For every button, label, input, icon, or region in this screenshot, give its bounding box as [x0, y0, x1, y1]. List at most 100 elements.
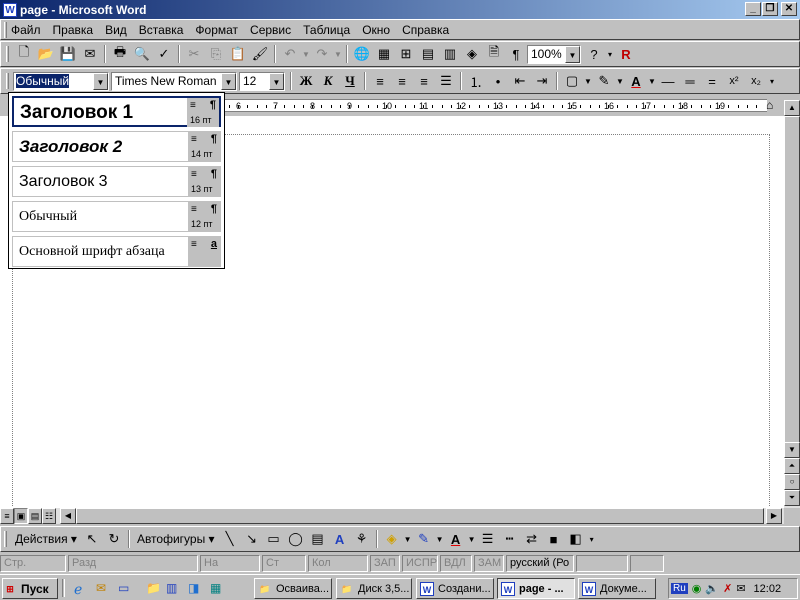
open-folder-icon[interactable]: 📂 — [35, 43, 57, 65]
toolbar-grip[interactable] — [6, 73, 9, 89]
web-layout-view-icon[interactable]: ▣ — [14, 508, 28, 524]
chevron-down-icon[interactable]: ▼ — [269, 72, 284, 90]
text-box-icon[interactable]: ▤ — [307, 528, 329, 550]
menu-help[interactable]: Справка — [402, 23, 449, 37]
highlight-icon[interactable]: ✎ — [593, 70, 615, 92]
word-icon[interactable]: W — [3, 2, 17, 17]
internet-explorer-icon[interactable]: ℯ — [74, 581, 82, 598]
copy-icon[interactable]: ⎘ — [205, 43, 227, 65]
print-icon[interactable]: 🖶 — [109, 43, 131, 65]
double-line-icon[interactable]: ═ — [679, 70, 701, 92]
paste-icon[interactable]: 📋 — [227, 43, 249, 65]
actions-menu[interactable]: Действия ▾ — [15, 532, 77, 546]
clip-art-icon[interactable]: ⚘ — [351, 528, 373, 550]
rectangle-icon[interactable]: ▭ — [263, 528, 285, 550]
office-icon[interactable]: ▥ — [166, 581, 177, 595]
style-select[interactable]: Обычный ▼ — [13, 71, 109, 91]
bold-button[interactable]: Ж — [295, 70, 317, 92]
style-option-heading-3[interactable]: Заголовок 3 ≡ ¶ 13 пт — [12, 166, 221, 197]
select-objects-icon[interactable]: ↖ — [81, 528, 103, 550]
increase-indent-icon[interactable]: ⇥ — [531, 70, 553, 92]
volume-icon[interactable]: 🔈 — [705, 582, 719, 595]
font-color-icon[interactable]: A — [625, 70, 647, 92]
promt-translator-icon[interactable]: R — [615, 43, 637, 65]
align-left-icon[interactable]: ≡ — [369, 70, 391, 92]
scroll-thumb[interactable] — [76, 508, 764, 524]
network-icon[interactable]: ◉ — [692, 582, 702, 595]
font-color-dropdown-icon[interactable]: ▼ — [647, 70, 657, 92]
insert-excel-icon[interactable]: ▤ — [417, 43, 439, 65]
style-option-heading-1[interactable]: Заголовок 1 ≡ ¶ 16 пт — [12, 96, 221, 127]
menu-table[interactable]: Таблица — [303, 23, 350, 37]
shadow-icon[interactable]: ■ — [543, 528, 565, 550]
new-document-icon[interactable]: 🗋 — [13, 43, 35, 65]
toolbar-options-icon[interactable]: ▾ — [587, 528, 597, 550]
align-right-icon[interactable]: ≡ — [413, 70, 435, 92]
font-color-dropdown-icon[interactable]: ▼ — [467, 528, 477, 550]
style-option-default-paragraph-font[interactable]: Основной шрифт абзаца ≡ a — [12, 236, 221, 267]
scroll-left-icon[interactable]: ◀ — [60, 508, 76, 524]
scroll-up-icon[interactable]: ▲ — [784, 100, 800, 116]
menu-view[interactable]: Вид — [105, 23, 127, 37]
line-style-icon[interactable]: ☰ — [477, 528, 499, 550]
line-color-dropdown-icon[interactable]: ▼ — [435, 528, 445, 550]
spelling-icon[interactable]: ✓ — [153, 43, 175, 65]
hyperlink-icon[interactable]: 🌐 — [351, 43, 373, 65]
status-record[interactable]: ЗАП — [370, 554, 400, 572]
normal-view-icon[interactable]: ≡ — [0, 508, 14, 524]
status-overtype[interactable]: ЗАМ — [474, 554, 504, 572]
status-track-changes[interactable]: ИСПР — [402, 554, 438, 572]
toolbar-grip[interactable] — [6, 46, 9, 62]
horizontal-scrollbar[interactable]: ≡ ▣ ▤ ☷ ◀ ▶ — [0, 508, 784, 524]
media-player-icon[interactable]: ◨ — [188, 581, 199, 595]
font-color-icon[interactable]: A — [445, 528, 467, 550]
italic-button[interactable]: К — [317, 70, 339, 92]
toolbar-grip[interactable] — [4, 21, 7, 38]
outlook-express-icon[interactable]: ✉ — [96, 581, 106, 595]
document-map-icon[interactable]: 🗎 — [483, 43, 505, 65]
save-icon[interactable]: 💾 — [57, 43, 79, 65]
undo-dropdown-icon[interactable]: ▼ — [301, 43, 311, 65]
menu-file[interactable]: Файл — [11, 23, 41, 37]
task-button[interactable]: W Создани... — [416, 578, 494, 599]
equals-line-icon[interactable]: = — [701, 70, 723, 92]
show-desktop-icon[interactable]: ▭ — [118, 581, 129, 595]
start-button[interactable]: ⊞ Пуск — [2, 578, 58, 599]
title-bar[interactable]: W page - Microsoft Word _ ❐ ✕ — [0, 0, 800, 19]
numbered-list-icon[interactable]: ⒈ — [465, 70, 487, 92]
email-icon[interactable]: ✉ — [79, 43, 101, 65]
calculator-icon[interactable]: ▦ — [210, 581, 221, 595]
undo-icon[interactable]: ↶ — [279, 43, 301, 65]
scroll-down-icon[interactable]: ▼ — [784, 442, 800, 458]
format-painter-icon[interactable]: 🖌 — [249, 43, 271, 65]
redo-dropdown-icon[interactable]: ▼ — [333, 43, 343, 65]
task-button[interactable]: 📁 Диск 3,5... — [336, 578, 412, 599]
clock[interactable]: 12:02 — [754, 583, 782, 595]
scroll-thumb[interactable] — [784, 116, 800, 456]
chevron-down-icon[interactable]: ▼ — [93, 72, 108, 90]
task-button[interactable]: W Докуме... — [578, 578, 656, 599]
bulleted-list-icon[interactable]: • — [487, 70, 509, 92]
menu-format[interactable]: Формат — [195, 23, 238, 37]
arrow-style-icon[interactable]: ⇄ — [521, 528, 543, 550]
vertical-scrollbar[interactable]: ▲ ▼ ⏶ ○ ⏷ — [784, 100, 800, 508]
language-indicator[interactable]: Ru — [671, 583, 688, 594]
line-color-icon[interactable]: ✎ — [413, 528, 435, 550]
help-icon[interactable]: ? — [583, 43, 605, 65]
font-size-select[interactable]: 12 ▼ — [239, 71, 285, 91]
redo-icon[interactable]: ↷ — [311, 43, 333, 65]
mail-icon[interactable]: ✉ — [736, 582, 745, 595]
superscript-button[interactable]: x² — [723, 70, 745, 92]
line-icon[interactable]: ╲ — [219, 528, 241, 550]
dash-style-icon[interactable]: ┅ — [499, 528, 521, 550]
zoom-select[interactable]: 100% ▼ — [527, 44, 581, 64]
insert-table-icon[interactable]: ⊞ — [395, 43, 417, 65]
scroll-right-icon[interactable]: ▶ — [766, 508, 782, 524]
free-rotate-icon[interactable]: ↻ — [103, 528, 125, 550]
select-browse-object-icon[interactable]: ○ — [784, 474, 800, 490]
autoshapes-menu[interactable]: Автофигуры ▾ — [137, 532, 215, 546]
3d-icon[interactable]: ◧ — [565, 528, 587, 550]
menu-insert[interactable]: Вставка — [139, 23, 184, 37]
print-layout-view-icon[interactable]: ▤ — [28, 508, 42, 524]
style-option-normal[interactable]: Обычный ≡ ¶ 12 пт — [12, 201, 221, 232]
